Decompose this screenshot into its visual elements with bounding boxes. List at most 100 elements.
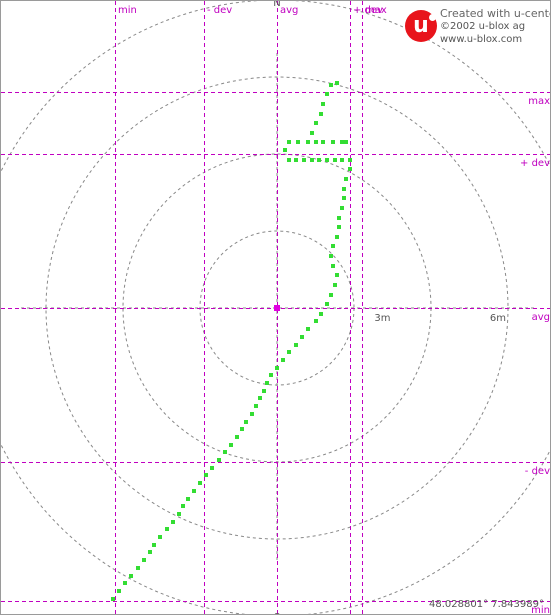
position-fix-point-69: [340, 140, 344, 144]
position-fix-point-38: [325, 302, 329, 306]
position-fix-point-32: [287, 350, 291, 354]
position-fix-point-72: [314, 121, 318, 125]
branding-line-1: Created with u-center: [440, 7, 551, 20]
position-fix-point-16: [204, 473, 208, 477]
position-fix-point-64: [296, 140, 300, 144]
position-fix-point-60: [294, 158, 298, 162]
position-fix-point-17: [210, 466, 214, 470]
branding-line-2: ©2002 u-blox ag: [440, 21, 526, 32]
branding: u Created with u-center ©2002 u-blox ag …: [405, 7, 551, 47]
position-fix-point-30: [275, 366, 279, 370]
branding-line-3: www.u-blox.com: [440, 34, 523, 45]
position-fix-point-47: [337, 216, 341, 220]
u-blox-logo-icon: u: [405, 10, 437, 42]
position-fix-point-13: [186, 497, 190, 501]
position-fix-point-52: [348, 167, 352, 171]
position-fix-point-58: [310, 158, 314, 162]
logo-dot: [429, 14, 436, 21]
position-fix-point-23: [244, 420, 248, 424]
position-fix-point-20: [229, 443, 233, 447]
position-fix-point-27: [262, 389, 266, 393]
position-fix-point-33: [294, 343, 298, 347]
position-fix-point-48: [340, 206, 344, 210]
position-fix-point-37: [319, 312, 323, 316]
y-marker-label-3: - dev: [525, 466, 550, 477]
position-fix-point-5: [142, 558, 146, 562]
position-fix-point-2: [123, 581, 127, 585]
position-fix-point-62: [283, 148, 287, 152]
position-fix-point-1: [117, 589, 121, 593]
position-fix-point-50: [342, 187, 346, 191]
x-marker-label-1: - dev: [207, 5, 232, 16]
position-fix-point-31: [281, 358, 285, 362]
gps-deviation-chart: min- devavg+ devmaxmax+ devavg- devminNS…: [0, 0, 551, 615]
position-fix-point-42: [331, 264, 335, 268]
y-marker-label-0: max: [528, 96, 550, 107]
position-fix-point-21: [235, 435, 239, 439]
position-fix-point-68: [331, 140, 335, 144]
position-fix-point-77: [335, 81, 339, 85]
branding-text: Created with u-center ©2002 u-blox ag ww…: [440, 7, 551, 46]
position-fix-point-65: [306, 140, 310, 144]
position-fix-point-29: [269, 373, 273, 377]
chart-plot: min- devavg+ devmaxmax+ devavg- devminNS…: [1, 1, 550, 614]
center-marker: [274, 305, 280, 311]
x-marker-label-4: max: [365, 5, 387, 16]
position-fix-point-46: [337, 225, 341, 229]
position-fix-point-19: [223, 450, 227, 454]
position-fix-point-10: [171, 520, 175, 524]
position-fix-point-39: [329, 293, 333, 297]
position-fix-point-34: [300, 335, 304, 339]
ring-label-0: 3m: [374, 313, 390, 324]
position-fix-point-49: [342, 196, 346, 200]
position-fix-point-26: [258, 396, 262, 400]
position-fix-point-44: [331, 244, 335, 248]
position-fix-point-8: [158, 535, 162, 539]
position-fix-point-54: [340, 158, 344, 162]
position-fix-point-53: [348, 158, 352, 162]
position-fix-point-11: [177, 512, 181, 516]
position-fix-point-55: [333, 158, 337, 162]
position-fix-point-73: [319, 112, 323, 116]
position-fix-point-67: [321, 140, 325, 144]
position-fix-point-61: [287, 158, 291, 162]
position-fix-point-3: [129, 574, 133, 578]
position-fix-point-15: [198, 481, 202, 485]
position-fix-point-35: [306, 327, 310, 331]
position-fix-point-36: [314, 319, 318, 323]
ring-label-1: 6m: [490, 313, 506, 324]
position-fix-point-40: [333, 283, 337, 287]
position-fix-point-0: [111, 597, 115, 601]
position-fix-point-74: [321, 102, 325, 106]
position-fix-point-59: [302, 158, 306, 162]
position-fix-point-63: [287, 140, 291, 144]
compass-north-label: N: [273, 1, 280, 9]
x-marker-label-2: avg: [280, 5, 298, 16]
position-fix-point-76: [329, 83, 333, 87]
position-fix-point-28: [265, 381, 269, 385]
coordinates-readout: 48.028801° 7.843989°: [429, 599, 544, 610]
position-fix-point-14: [192, 489, 196, 493]
position-fix-point-25: [254, 404, 258, 408]
y-marker-label-1: + dev: [520, 158, 550, 169]
position-fix-point-41: [335, 273, 339, 277]
position-fix-point-51: [344, 177, 348, 181]
position-fix-point-57: [317, 158, 321, 162]
position-fix-point-7: [152, 543, 156, 547]
y-marker-label-2: avg: [532, 312, 550, 323]
position-fix-point-22: [240, 427, 244, 431]
position-fix-point-43: [329, 254, 333, 258]
position-fix-point-18: [217, 458, 221, 462]
position-fix-point-12: [181, 504, 185, 508]
position-fix-point-75: [325, 92, 329, 96]
x-marker-label-0: min: [118, 5, 137, 16]
position-fix-point-4: [136, 566, 140, 570]
position-fix-point-70: [344, 140, 348, 144]
position-fix-point-6: [148, 550, 152, 554]
position-fix-point-56: [325, 158, 329, 162]
position-fix-point-71: [310, 131, 314, 135]
position-fix-point-24: [250, 412, 254, 416]
position-fix-point-45: [335, 235, 339, 239]
position-fix-point-66: [314, 140, 318, 144]
position-fix-point-9: [165, 527, 169, 531]
